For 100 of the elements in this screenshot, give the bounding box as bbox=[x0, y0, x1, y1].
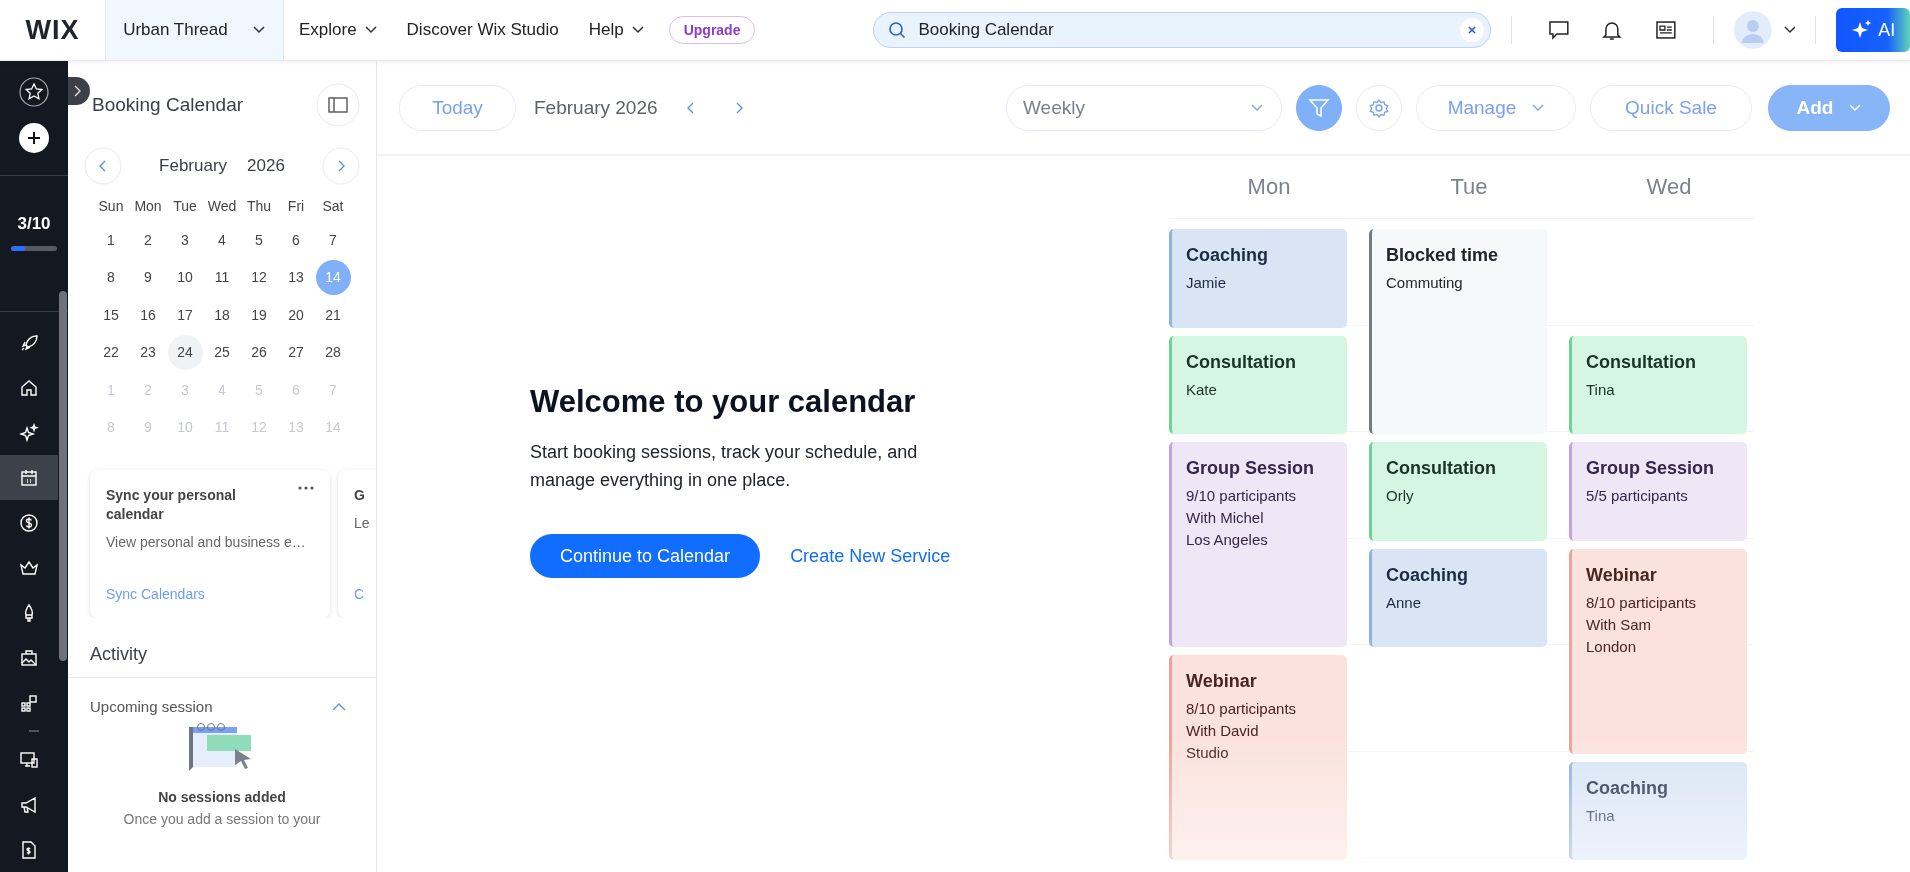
year-label: 2026 bbox=[247, 156, 285, 176]
card-text: View personal and business e… bbox=[106, 534, 307, 550]
calendar-day[interactable]: 27 bbox=[278, 334, 314, 370]
calendar-day[interactable]: 8 bbox=[93, 259, 129, 295]
event-detail: Orly bbox=[1386, 486, 1415, 506]
calendar-day[interactable]: 22 bbox=[93, 334, 129, 370]
calendar-icon[interactable] bbox=[0, 455, 58, 500]
consultation-event[interactable]: Consultation Kate bbox=[1169, 335, 1347, 434]
expand-icon[interactable] bbox=[68, 77, 90, 105]
consultation-event[interactable]: Consultation Tina bbox=[1569, 335, 1747, 434]
calendar-day[interactable]: 2 bbox=[130, 222, 166, 258]
add-icon[interactable] bbox=[19, 123, 49, 153]
calendar-day[interactable]: 6 bbox=[278, 222, 314, 258]
collapse-icon[interactable] bbox=[332, 702, 346, 711]
section-subtitle: Upcoming session bbox=[90, 698, 213, 715]
caret-icon bbox=[1251, 103, 1263, 112]
event-detail: Jamie bbox=[1186, 273, 1227, 293]
event-detail: 8/10 participants bbox=[1586, 592, 1698, 613]
weekday-label: Tue bbox=[172, 197, 198, 216]
calendar-day[interactable]: 23 bbox=[130, 334, 166, 370]
calendar-day[interactable]: 3 bbox=[167, 222, 203, 258]
search-field[interactable]: Booking Calendar bbox=[916, 19, 1450, 41]
menu-item[interactable]: Help bbox=[573, 20, 659, 40]
view-dropdown[interactable]: Weekly bbox=[1006, 84, 1282, 131]
sidebar-toggle-icon[interactable] bbox=[316, 83, 360, 127]
wix-logo[interactable]: WIX bbox=[0, 14, 106, 46]
event-detail: With Sam bbox=[1586, 614, 1652, 635]
calendar-day[interactable]: 18 bbox=[204, 297, 240, 333]
blocked-event[interactable]: Blocked time Commuting bbox=[1369, 229, 1547, 434]
caret-icon bbox=[364, 26, 377, 34]
event-title: Webinar bbox=[1186, 671, 1258, 692]
event-detail: Tina bbox=[1586, 805, 1616, 826]
menu-item[interactable]: Discover Wix Studio bbox=[391, 20, 574, 40]
create-service-link[interactable]: Create New Service bbox=[790, 545, 951, 567]
webinar-event[interactable]: Webinar 8/10 participants With Sam London bbox=[1569, 548, 1747, 754]
calendar-day[interactable]: 24 bbox=[167, 334, 203, 370]
month-label: February bbox=[159, 156, 228, 176]
consultation-event[interactable]: Consultation Orly bbox=[1369, 442, 1547, 541]
calendar-day[interactable]: 19 bbox=[241, 297, 277, 333]
welcome-title: Welcome to your calendar bbox=[530, 384, 917, 420]
weekday-label: Sat bbox=[321, 197, 345, 216]
clear-icon[interactable] bbox=[1459, 18, 1484, 42]
event-detail: Studio bbox=[1186, 743, 1230, 763]
calendar-day[interactable]: 15 bbox=[93, 297, 129, 333]
calendar-day[interactable]: 25 bbox=[204, 334, 240, 370]
group-event[interactable]: Group Session 9/10 participants With Michel Los Angeles bbox=[1169, 442, 1347, 647]
caret-icon bbox=[1532, 103, 1545, 112]
event-title: Consultation bbox=[1386, 458, 1497, 479]
calendar-day[interactable]: 28 bbox=[315, 334, 351, 370]
coaching-event[interactable]: Coaching Jamie bbox=[1169, 229, 1347, 328]
calendar-day[interactable]: 26 bbox=[241, 334, 277, 370]
calendar-day[interactable]: 16 bbox=[130, 297, 166, 333]
section-title: Activity bbox=[68, 618, 376, 678]
calendar-day[interactable]: 20 bbox=[278, 297, 314, 333]
day-header: Mon bbox=[1246, 174, 1292, 200]
event-detail: Los Angeles bbox=[1186, 530, 1269, 550]
chat-icon[interactable] bbox=[1546, 18, 1571, 42]
event-detail: With David bbox=[1186, 721, 1260, 741]
newsfeed-icon[interactable] bbox=[1654, 18, 1678, 42]
event-detail: London bbox=[1586, 636, 1638, 657]
coaching-event[interactable]: Coaching Tina bbox=[1569, 761, 1747, 860]
calendar-day[interactable]: 13 bbox=[278, 259, 314, 295]
previous-icon[interactable] bbox=[685, 100, 696, 115]
event-title: Coaching bbox=[1586, 777, 1669, 799]
calendar-day[interactable]: 10 bbox=[167, 259, 203, 295]
caret-icon[interactable] bbox=[1783, 26, 1796, 34]
event-detail: Kate bbox=[1186, 379, 1218, 400]
event-title: Blocked time bbox=[1386, 245, 1500, 266]
search-bar[interactable]: Booking Calendar bbox=[873, 12, 1491, 48]
group-event[interactable]: Group Session 5/5 participants bbox=[1569, 442, 1747, 541]
coaching-event[interactable]: Coaching Anne bbox=[1369, 548, 1547, 647]
welcome-text: Start booking sessions, track your schedule, and manage everything in one place. bbox=[530, 441, 919, 492]
more-icon[interactable] bbox=[298, 486, 314, 490]
calendar-day[interactable]: 1 bbox=[93, 222, 129, 258]
ai-button[interactable]: AI bbox=[1836, 8, 1910, 52]
menu-item[interactable]: Explore bbox=[283, 20, 392, 40]
period-label: February 2026 bbox=[534, 96, 658, 119]
event-detail: 5/5 participants bbox=[1586, 486, 1689, 506]
event-title: Coaching bbox=[1186, 245, 1269, 266]
caret-icon bbox=[631, 26, 644, 34]
weekday-label: Thu bbox=[245, 197, 273, 216]
calendar-day[interactable]: 21 bbox=[315, 297, 351, 333]
scrollbar[interactable] bbox=[59, 291, 67, 661]
calendar-day[interactable]: 11 bbox=[204, 259, 240, 295]
calendar-day[interactable]: 5 bbox=[241, 222, 277, 258]
progress-count: 3/10 bbox=[17, 214, 51, 234]
calendar-day[interactable]: 4 bbox=[204, 222, 240, 258]
site-selector[interactable]: Urban Thread bbox=[105, 0, 284, 60]
calendar-day[interactable]: 7 bbox=[315, 222, 351, 258]
calendar-day[interactable]: 12 bbox=[241, 259, 277, 295]
card-text: Le bbox=[354, 515, 371, 531]
weekday-label: Fri bbox=[286, 197, 306, 216]
webinar-event[interactable]: Webinar 8/10 participants With David Studio bbox=[1169, 655, 1347, 860]
weekday-label: Mon bbox=[133, 197, 163, 216]
continue-button[interactable]: Continue to Calendar bbox=[530, 534, 761, 578]
calendar-day[interactable]: 17 bbox=[167, 297, 203, 333]
empty-state-text: Once you add a session to your bbox=[122, 811, 322, 827]
card-title: G bbox=[354, 486, 366, 505]
calendar-day[interactable]: 9 bbox=[130, 259, 166, 295]
panel-title: Booking Calendar bbox=[92, 94, 244, 116]
